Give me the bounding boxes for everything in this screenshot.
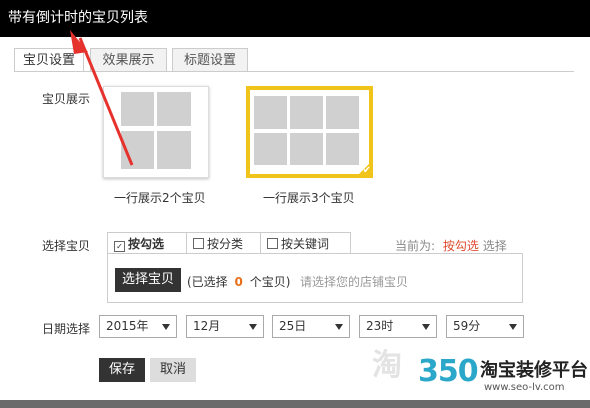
logo-url: www.seo-lv.com	[484, 382, 565, 393]
site-logo: 350 淘宝装修平台 www.seo-lv.com	[414, 352, 590, 400]
annotation-arrow	[70, 30, 134, 166]
logo-number: 350	[418, 354, 479, 389]
watermark-overlay: 淘	[372, 348, 402, 383]
logo-brand: 淘宝装修平台	[480, 360, 588, 381]
image-strip	[0, 400, 590, 408]
